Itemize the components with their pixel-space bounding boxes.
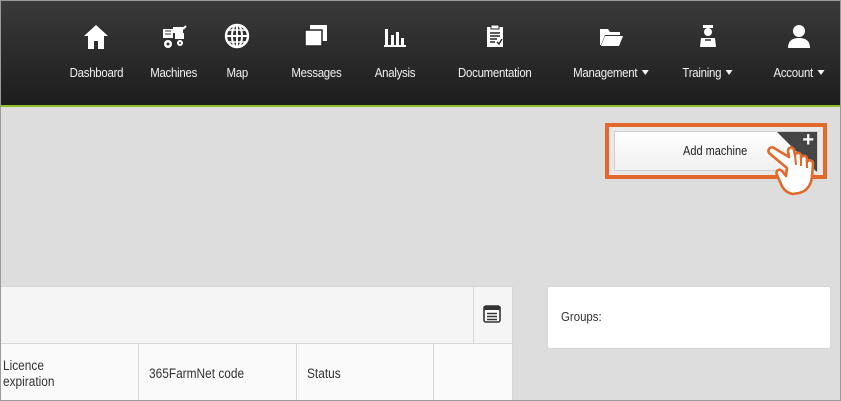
nav-account[interactable]: Account xyxy=(763,23,835,93)
nav-label: Management xyxy=(573,65,649,80)
machines-table: Licence expiration 365FarmNet code Statu… xyxy=(1,286,513,400)
nav-machines[interactable]: Machines xyxy=(141,23,207,93)
nav-label: Dashboard xyxy=(69,65,123,80)
chevron-down-icon xyxy=(817,70,825,75)
nav-label: Analysis xyxy=(374,65,416,80)
column-header-status[interactable]: Status xyxy=(297,344,434,400)
nav-documentation[interactable]: Documentation xyxy=(449,23,541,93)
groups-label: Groups: xyxy=(561,309,602,324)
column-header-farmnet-code[interactable]: 365FarmNet code xyxy=(139,344,297,400)
nav-label-text: Management xyxy=(573,65,638,80)
globe-icon xyxy=(224,23,250,49)
top-navbar: Dashboard Machines Map Messages Analysis… xyxy=(1,1,840,107)
nav-dashboard[interactable]: Dashboard xyxy=(61,23,131,93)
clipboard-icon xyxy=(487,24,503,47)
nav-messages[interactable]: Messages xyxy=(283,23,349,93)
column-header-licence[interactable]: Licence expiration xyxy=(1,344,139,400)
nav-label: Account xyxy=(774,65,825,80)
harvester-icon xyxy=(163,25,187,48)
nav-analysis[interactable]: Analysis xyxy=(365,23,425,93)
nav-label: Messages xyxy=(290,65,342,80)
column-header-label: 365FarmNet code xyxy=(149,366,245,381)
messages-icon xyxy=(304,25,327,47)
chevron-down-icon xyxy=(641,70,649,75)
nav-label: Map xyxy=(226,65,248,80)
nav-label: Documentation xyxy=(458,65,532,80)
groups-panel: Groups: xyxy=(547,286,831,349)
folder-icon xyxy=(600,29,623,46)
nav-management[interactable]: Management xyxy=(561,23,661,93)
add-machine-label: Add machine xyxy=(683,144,748,158)
user-icon xyxy=(788,25,810,48)
nav-label: Machines xyxy=(150,65,198,80)
column-header-label: Licence expiration xyxy=(3,358,55,389)
nav-label-text: Training xyxy=(682,65,722,80)
trainer-icon xyxy=(700,25,716,47)
column-header-actions xyxy=(434,344,513,400)
nav-training[interactable]: Training xyxy=(673,23,743,93)
pointing-hand-icon xyxy=(767,146,815,196)
column-header-label: Status xyxy=(307,366,341,381)
nav-label: Training xyxy=(682,65,734,80)
app-frame: Dashboard Machines Map Messages Analysis… xyxy=(0,0,841,401)
nav-map[interactable]: Map xyxy=(217,23,257,93)
nav-label-text: Account xyxy=(773,65,814,80)
toolbar-divider xyxy=(473,287,474,343)
chevron-down-icon xyxy=(726,70,734,75)
table-toolbar xyxy=(1,287,512,344)
bar-chart-icon xyxy=(384,29,406,47)
home-icon xyxy=(84,25,108,49)
list-view-icon[interactable] xyxy=(483,305,501,323)
